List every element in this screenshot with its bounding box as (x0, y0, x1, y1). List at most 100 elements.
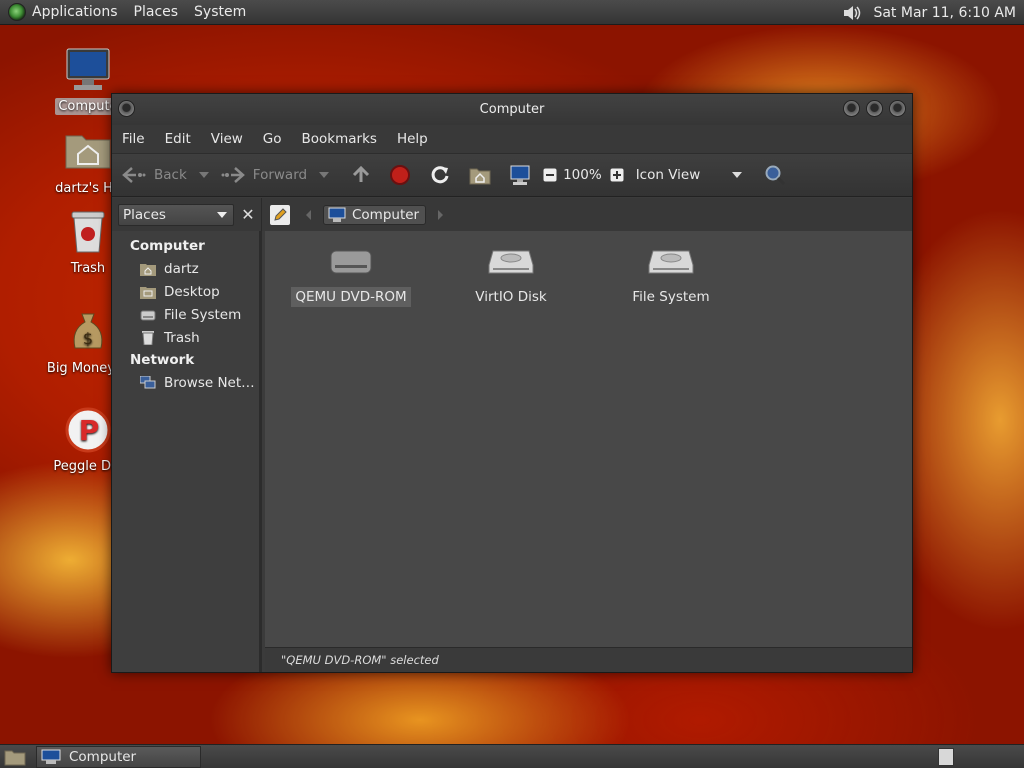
back-arrow-icon (122, 166, 146, 184)
stop-button[interactable] (389, 164, 411, 186)
sidebar-item-browse-network[interactable]: Browse Net… (112, 371, 259, 394)
close-button[interactable] (889, 100, 906, 117)
peggle-icon: P (64, 406, 112, 454)
menu-file[interactable]: File (122, 131, 145, 147)
minimize-button[interactable] (843, 100, 860, 117)
forward-button[interactable]: Forward (221, 166, 330, 184)
svg-text:$: $ (83, 329, 93, 348)
sidebar-item-trash[interactable]: Trash (112, 326, 259, 349)
bottom-panel: Computer (0, 744, 1024, 768)
chevron-down-icon (732, 172, 743, 178)
computer-icon (41, 749, 61, 764)
toolbar: Back Forward 100% Icon View (112, 153, 912, 197)
zoom-out-icon (543, 168, 557, 182)
computer-icon (328, 207, 346, 222)
places-menu[interactable]: Places (134, 4, 179, 20)
file-item-file-system[interactable]: File System (601, 231, 741, 307)
up-button[interactable] (351, 165, 371, 185)
menu-view[interactable]: View (211, 131, 243, 147)
computer-icon (64, 46, 112, 94)
chevron-down-icon (217, 211, 227, 218)
zoom-level[interactable]: 100% (563, 167, 602, 183)
file-view[interactable]: QEMU DVD-ROM VirtIO Disk File System (265, 231, 912, 647)
reload-icon (429, 164, 451, 186)
desktop-icon-label: Trash (70, 261, 106, 276)
main-menu-icon[interactable] (8, 3, 26, 21)
window-title: Computer (479, 102, 545, 117)
file-item-qemu-dvd-rom[interactable]: QEMU DVD-ROM (281, 231, 421, 307)
forward-arrow-icon (221, 166, 245, 184)
sidebar-header: Places ✕ (112, 198, 262, 231)
sidebar-item-file-system[interactable]: File System (112, 303, 259, 326)
search-icon (764, 164, 786, 186)
back-button[interactable]: Back (122, 166, 209, 184)
sidebar-item-desktop[interactable]: Desktop (112, 280, 259, 303)
clock[interactable]: Sat Mar 11, 6:10 AM (873, 5, 1016, 21)
breadcrumb-computer[interactable]: Computer (323, 204, 427, 225)
back-history-dropdown[interactable] (198, 172, 209, 178)
file-item-label: VirtIO Disk (475, 289, 547, 305)
applications-menu[interactable]: Applications (32, 4, 118, 20)
sidebar-item-dartz[interactable]: dartz (112, 257, 259, 280)
status-bar: "QEMU DVD-ROM" selected (265, 647, 912, 672)
forward-label: Forward (252, 167, 308, 183)
taskbar-item-computer[interactable]: Computer (36, 745, 201, 768)
breadcrumb-label: Computer (352, 206, 420, 223)
optical-drive-icon (327, 243, 375, 279)
menu-bookmarks[interactable]: Bookmarks (302, 131, 377, 147)
forward-history-dropdown[interactable] (319, 172, 330, 178)
sidebar-item-label: Desktop (164, 283, 220, 300)
hard-disk-icon (647, 243, 695, 279)
home-icon (469, 165, 491, 185)
home-button[interactable] (469, 165, 491, 185)
svg-text:P: P (79, 414, 100, 447)
zoom-out-button[interactable] (543, 168, 557, 182)
file-item-virtio-disk[interactable]: VirtIO Disk (441, 231, 581, 307)
zoom-in-icon (610, 168, 624, 182)
file-item-label: File System (632, 289, 710, 305)
volume-icon[interactable] (841, 4, 863, 22)
menu-go[interactable]: Go (263, 131, 282, 147)
sidebar-item-label: Trash (164, 329, 200, 346)
drive-icon (140, 310, 156, 320)
path-scroll-left[interactable] (306, 209, 311, 220)
trash-icon (64, 208, 112, 256)
path-scroll-right[interactable] (438, 209, 444, 220)
location-bar: Places ✕ Computer (112, 198, 912, 231)
top-panel: Applications Places System Sat Mar 11, 6… (0, 0, 1024, 25)
sidebar-type-label: Places (123, 206, 166, 223)
view-mode-select[interactable]: Icon View (636, 167, 743, 183)
stop-icon (389, 164, 411, 186)
menu-edit[interactable]: Edit (165, 131, 191, 147)
menu-help[interactable]: Help (397, 131, 428, 147)
desktop-folder-icon (140, 286, 156, 299)
sidebar-section-computer: Computer (130, 238, 205, 254)
up-arrow-icon (351, 165, 371, 185)
taskbar-item-label: Computer (69, 748, 137, 765)
show-desktop-icon[interactable] (4, 748, 26, 766)
close-sidebar-icon[interactable]: ✕ (238, 205, 258, 225)
places-sidebar: Computer dartz Desktop File System Trash… (112, 231, 262, 672)
computer-button[interactable] (509, 164, 531, 186)
file-manager-window: Computer File Edit View Go Bookmarks Hel… (111, 93, 913, 673)
money-bag-icon: $ (64, 308, 112, 356)
system-menu[interactable]: System (194, 4, 246, 20)
computer-icon (509, 164, 531, 186)
file-item-label: QEMU DVD-ROM (291, 287, 411, 307)
window-titlebar[interactable]: Computer (112, 94, 912, 125)
zoom-in-button[interactable] (610, 168, 624, 182)
path-bar: Computer (262, 198, 912, 231)
sidebar-item-label: File System (164, 306, 242, 323)
search-button[interactable] (764, 164, 786, 186)
hard-disk-icon (487, 243, 535, 279)
sidebar-item-label: dartz (164, 260, 199, 277)
maximize-button[interactable] (866, 100, 883, 117)
view-mode-label: Icon View (635, 167, 701, 183)
edit-location-button[interactable] (270, 204, 290, 225)
workspace-switcher[interactable] (938, 748, 954, 766)
home-folder-icon (64, 128, 112, 176)
sidebar-type-select[interactable]: Places (118, 203, 234, 226)
window-menu-button[interactable] (118, 100, 135, 117)
sidebar-item-label: Browse Net… (164, 374, 255, 391)
reload-button[interactable] (429, 164, 451, 186)
